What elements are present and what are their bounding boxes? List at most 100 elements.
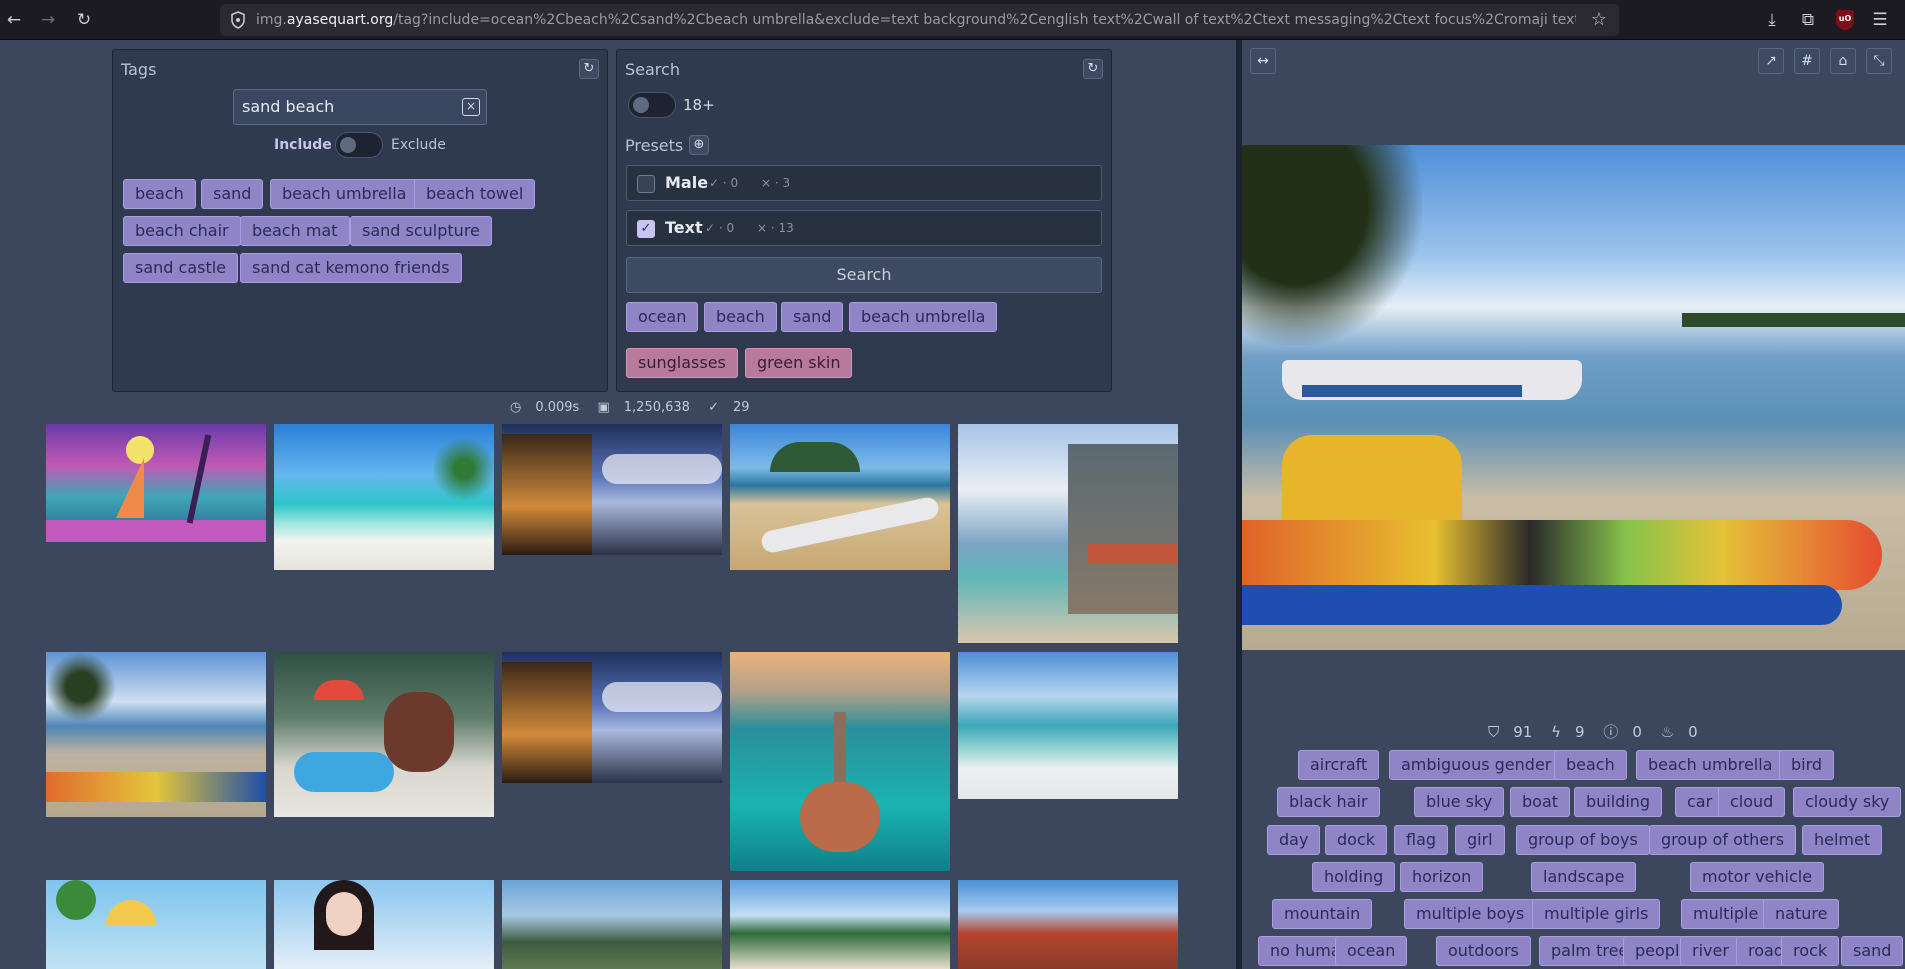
preview-tag-chip[interactable]: horizon: [1400, 862, 1484, 892]
preview-tag-chip[interactable]: cloud: [1718, 787, 1786, 817]
presets-label: Presets: [625, 136, 684, 155]
thumbnail[interactable]: [274, 652, 494, 817]
forward-icon[interactable]: →: [36, 8, 60, 32]
ublock-icon[interactable]: uO: [1836, 10, 1854, 30]
preview-tag-chip[interactable]: motor vehicle: [1690, 862, 1825, 892]
preview-image[interactable]: [1242, 145, 1905, 650]
suggestion-chip[interactable]: beach towel: [414, 179, 536, 209]
preview-tag-chip[interactable]: aircraft: [1298, 750, 1380, 780]
hash-icon: #: [1801, 53, 1813, 69]
hash-button[interactable]: #: [1794, 48, 1820, 74]
preview-tag-chip[interactable]: helmet: [1802, 825, 1883, 855]
preset-checkbox[interactable]: ✓: [637, 220, 655, 238]
tags-refresh-button[interactable]: ↻: [579, 59, 599, 79]
exclude-tag-chip[interactable]: sunglasses: [626, 348, 738, 378]
preset-checkbox[interactable]: [637, 175, 655, 193]
thumbnail[interactable]: [46, 652, 266, 817]
preview-tag-chip[interactable]: group of others: [1649, 825, 1797, 855]
reload-icon[interactable]: ↻: [72, 8, 96, 32]
preview-tag-chip[interactable]: blue sky: [1414, 787, 1505, 817]
preview-tag-chip[interactable]: mountain: [1272, 899, 1373, 929]
preview-tag-chip[interactable]: beach: [1554, 750, 1627, 780]
check-icon: ✓: [708, 400, 719, 415]
thumbnail[interactable]: [502, 424, 722, 555]
preview-tag-chip[interactable]: rock: [1781, 936, 1840, 966]
flags-icon: ♨: [1660, 723, 1675, 741]
preview-tag-chip[interactable]: outdoors: [1436, 936, 1531, 966]
suggestion-chip[interactable]: sand castle: [123, 253, 239, 283]
preview-tag-chip[interactable]: holding: [1312, 862, 1396, 892]
extensions-icon[interactable]: ⧉: [1796, 8, 1820, 32]
preview-tag-chip[interactable]: nature: [1763, 899, 1840, 929]
preview-tag-chip[interactable]: girl: [1455, 825, 1505, 855]
preview-tag-chip[interactable]: day: [1267, 825, 1321, 855]
thumbnail[interactable]: [502, 880, 722, 969]
thumbnail[interactable]: [958, 652, 1178, 799]
preview-tag-chip[interactable]: car: [1675, 787, 1725, 817]
suggestion-chip[interactable]: beach chair: [123, 216, 241, 246]
suggestion-chip[interactable]: sand: [201, 179, 264, 209]
preview-tag-chip[interactable]: beach umbrella: [1636, 750, 1785, 780]
preview-tag-chip[interactable]: multiple boys: [1404, 899, 1537, 929]
include-tag-chip[interactable]: beach: [704, 302, 777, 332]
comments-icon: ⓘ: [1603, 723, 1619, 741]
tag-icon: ⌂: [1838, 53, 1848, 69]
include-tag-chip[interactable]: sand: [781, 302, 844, 332]
expand-horizontal-button[interactable]: ↔: [1250, 48, 1276, 74]
preview-tag-chip[interactable]: ambiguous gender: [1389, 750, 1564, 780]
preview-tag-chip[interactable]: building: [1574, 787, 1663, 817]
collapse-button[interactable]: ⤡: [1866, 48, 1892, 74]
preview-tag-chip[interactable]: multiple girls: [1532, 899, 1661, 929]
include-exclude-toggle[interactable]: [335, 132, 383, 158]
include-tag-chip[interactable]: ocean: [626, 302, 699, 332]
result-count: 29: [733, 400, 750, 415]
thumbnail[interactable]: [46, 424, 266, 542]
preset-row-male[interactable]: Male ✓ · 0 × · 3: [626, 165, 1102, 201]
suggestion-chip[interactable]: beach mat: [240, 216, 350, 246]
thumbnail[interactable]: [46, 880, 266, 969]
thumbnail[interactable]: [730, 880, 950, 969]
tag-search-input[interactable]: sand beach ×: [233, 89, 487, 125]
preview-tag-chip[interactable]: flag: [1394, 825, 1449, 855]
preview-tag-chip[interactable]: river: [1680, 936, 1741, 966]
preview-tag-chip[interactable]: ocean: [1335, 936, 1408, 966]
clear-input-icon[interactable]: ×: [462, 98, 480, 116]
thumbnail[interactable]: [958, 880, 1178, 969]
thumbnail[interactable]: [730, 652, 950, 871]
thumbnail[interactable]: [958, 424, 1178, 643]
bookmark-star-icon[interactable]: ☆: [1591, 9, 1607, 30]
tag-button[interactable]: ⌂: [1830, 48, 1856, 74]
preview-tag-chip[interactable]: group of boys: [1516, 825, 1650, 855]
exclude-tag-chip[interactable]: green skin: [745, 348, 853, 378]
url-text: img.ayasequart.org/tag?include=ocean%2Cb…: [256, 12, 1576, 28]
preview-tag-chip[interactable]: boat: [1510, 787, 1571, 817]
preview-tag-chip[interactable]: bird: [1779, 750, 1835, 780]
menu-icon[interactable]: ☰: [1868, 8, 1892, 32]
preview-tag-chip[interactable]: black hair: [1277, 787, 1380, 817]
suggestion-chip[interactable]: sand cat kemono friends: [240, 253, 462, 283]
back-icon[interactable]: ←: [2, 8, 26, 32]
refresh-icon: ↻: [583, 61, 595, 76]
download-icon[interactable]: ⤓: [1760, 8, 1784, 32]
suggestion-chip[interactable]: beach: [123, 179, 196, 209]
search-stats: ◷ 0.009s ▣ 1,250,638 ✓ 29: [510, 400, 764, 415]
open-external-button[interactable]: ↗: [1758, 48, 1784, 74]
thumbnail[interactable]: [274, 424, 494, 570]
nsfw-toggle[interactable]: [628, 92, 676, 118]
search-refresh-button[interactable]: ↻: [1083, 59, 1103, 79]
thumbnail[interactable]: [502, 652, 722, 783]
include-tag-chip[interactable]: beach umbrella: [849, 302, 998, 332]
preset-row-text[interactable]: ✓ Text ✓ · 0 × · 13: [626, 210, 1102, 246]
suggestion-chip[interactable]: sand sculpture: [350, 216, 492, 246]
thumbnail[interactable]: [730, 424, 950, 570]
preview-tag-chip[interactable]: dock: [1325, 825, 1388, 855]
add-preset-button[interactable]: ⊕: [689, 135, 709, 155]
address-bar[interactable]: img.ayasequart.org/tag?include=ocean%2Cb…: [220, 4, 1619, 36]
search-button[interactable]: Search: [626, 257, 1102, 293]
preview-tag-chip[interactable]: sand: [1841, 936, 1904, 966]
preview-tag-chip[interactable]: landscape: [1531, 862, 1637, 892]
thumbnail[interactable]: [274, 880, 494, 969]
search-panel-title: Search: [625, 60, 680, 79]
suggestion-chip[interactable]: beach umbrella: [270, 179, 419, 209]
preview-tag-chip[interactable]: cloudy sky: [1793, 787, 1902, 817]
